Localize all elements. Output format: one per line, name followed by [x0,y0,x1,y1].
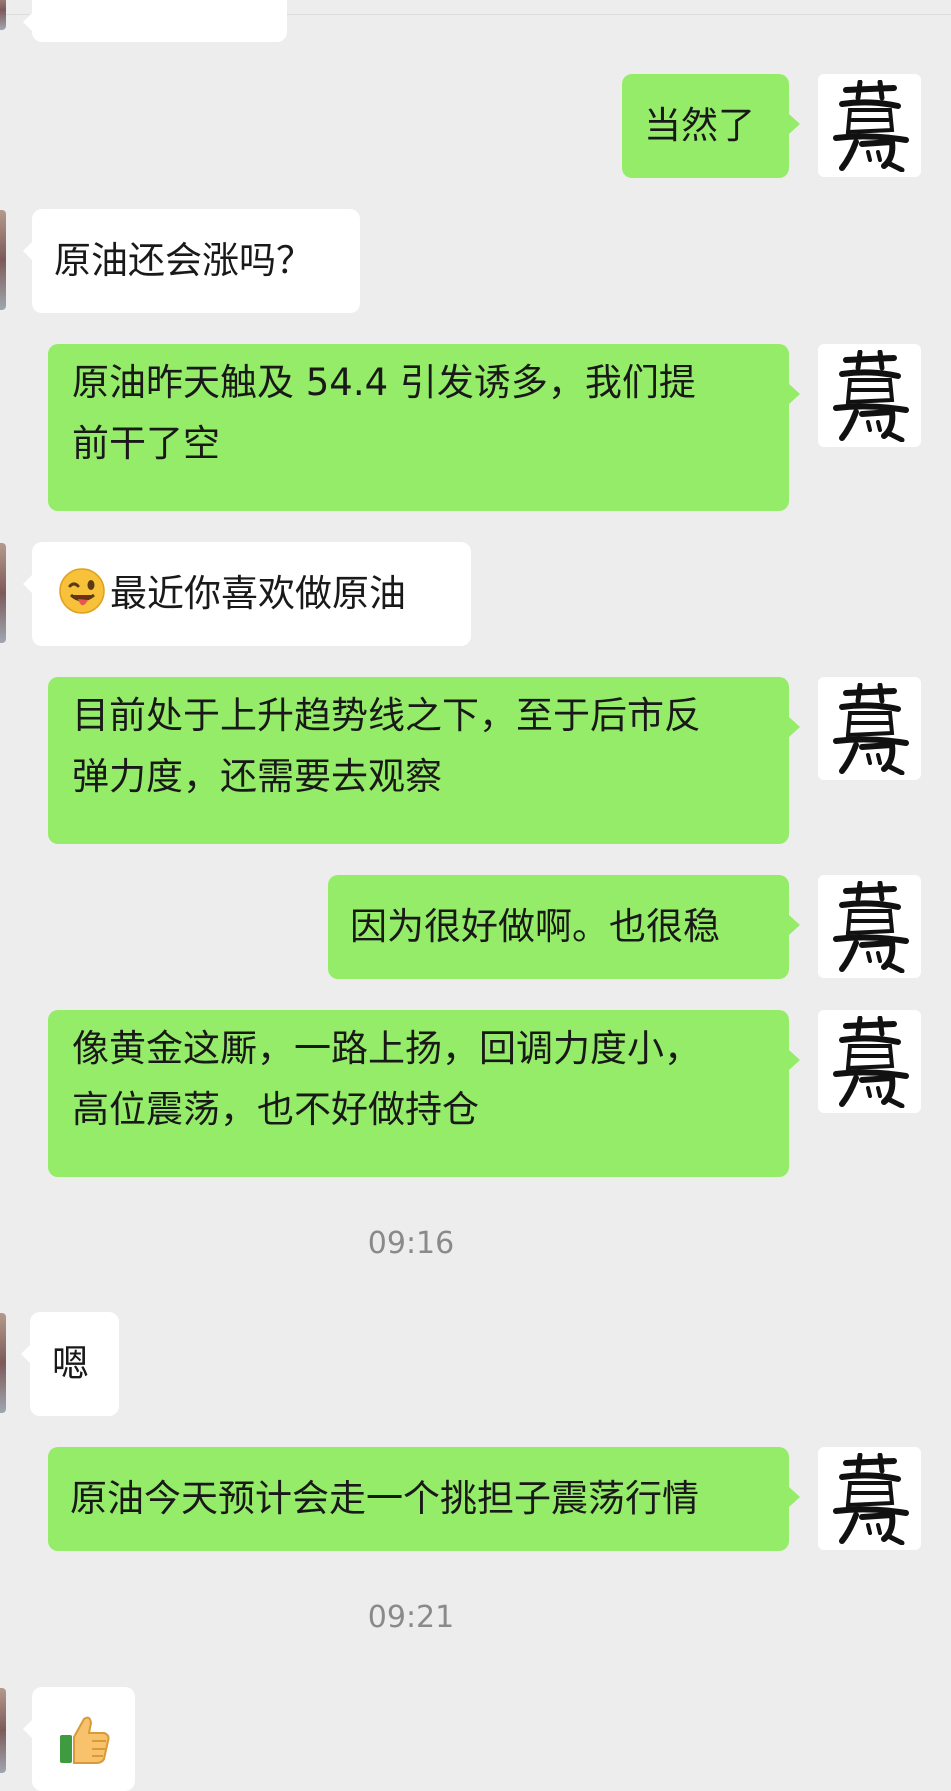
incoming-message-bubble[interactable] [23,1687,135,1791]
self-avatar[interactable] [818,344,921,447]
self-avatar[interactable] [818,74,921,177]
peer-avatar[interactable] [0,543,6,643]
incoming-message-bubble[interactable]: 最近你喜欢做原油 [23,542,471,646]
message-text: 最近你喜欢做原油 [110,572,406,615]
incoming-message-bubble[interactable]: 原油还会涨吗？ [23,209,360,313]
message-text-line: 原油昨天触及 54.4 引发诱多，我们提 [72,361,696,404]
self-avatar[interactable] [818,1010,921,1113]
peer-avatar[interactable] [0,0,6,30]
message-text: 原油还会涨吗？ [54,239,313,282]
message-text-line: 前干了空 [72,422,220,465]
self-avatar[interactable] [818,875,921,978]
message-text: 因为很好做啊。也很稳 [350,905,720,948]
self-avatar[interactable] [818,677,921,780]
winking-face-with-tongue-icon [59,568,105,614]
message-text: 原油今天预计会走一个挑担子震荡行情 [70,1477,699,1520]
calligraphy-avatar-icon [832,1015,909,1108]
calligraphy-avatar-icon [832,349,909,442]
outgoing-message-bubble[interactable]: 当然了 [622,74,800,178]
thumbs-up-icon [60,1716,110,1764]
message-text: 嗯 [52,1342,89,1385]
outgoing-message-bubble[interactable]: 原油昨天触及 54.4 引发诱多，我们提 前干了空 [48,344,800,511]
timestamp: 09:16 [367,1226,455,1261]
outgoing-message-bubble[interactable]: 像黄金这厮，一路上扬，回调力度小， 高位震荡，也不好做持仓 [48,1010,800,1177]
incoming-message-bubble[interactable] [23,0,287,42]
calligraphy-avatar-icon [832,682,909,775]
incoming-message-bubble[interactable]: 嗯 [21,1312,119,1416]
calligraphy-avatar-icon [832,880,909,973]
message-text-line: 弹力度，还需要去观察 [72,755,442,798]
peer-avatar[interactable] [0,210,6,310]
calligraphy-avatar-icon [832,1452,909,1545]
outgoing-message-bubble[interactable]: 目前处于上升趋势线之下，至于后市反 弹力度，还需要去观察 [48,677,800,844]
timestamp: 09:21 [367,1600,455,1635]
message-text: 当然了 [644,104,755,147]
message-text-line: 高位震荡，也不好做持仓 [72,1088,479,1131]
message-text-line: 目前处于上升趋势线之下，至于后市反 [72,694,701,737]
message-text-line: 像黄金这厮，一路上扬，回调力度小， [72,1027,701,1070]
self-avatar[interactable] [818,1447,921,1550]
peer-avatar[interactable] [0,1313,6,1413]
outgoing-message-bubble[interactable]: 原油今天预计会走一个挑担子震荡行情 [48,1447,800,1551]
peer-avatar[interactable] [0,1688,6,1773]
outgoing-message-bubble[interactable]: 因为很好做啊。也很稳 [328,875,800,979]
calligraphy-avatar-icon [832,79,909,172]
